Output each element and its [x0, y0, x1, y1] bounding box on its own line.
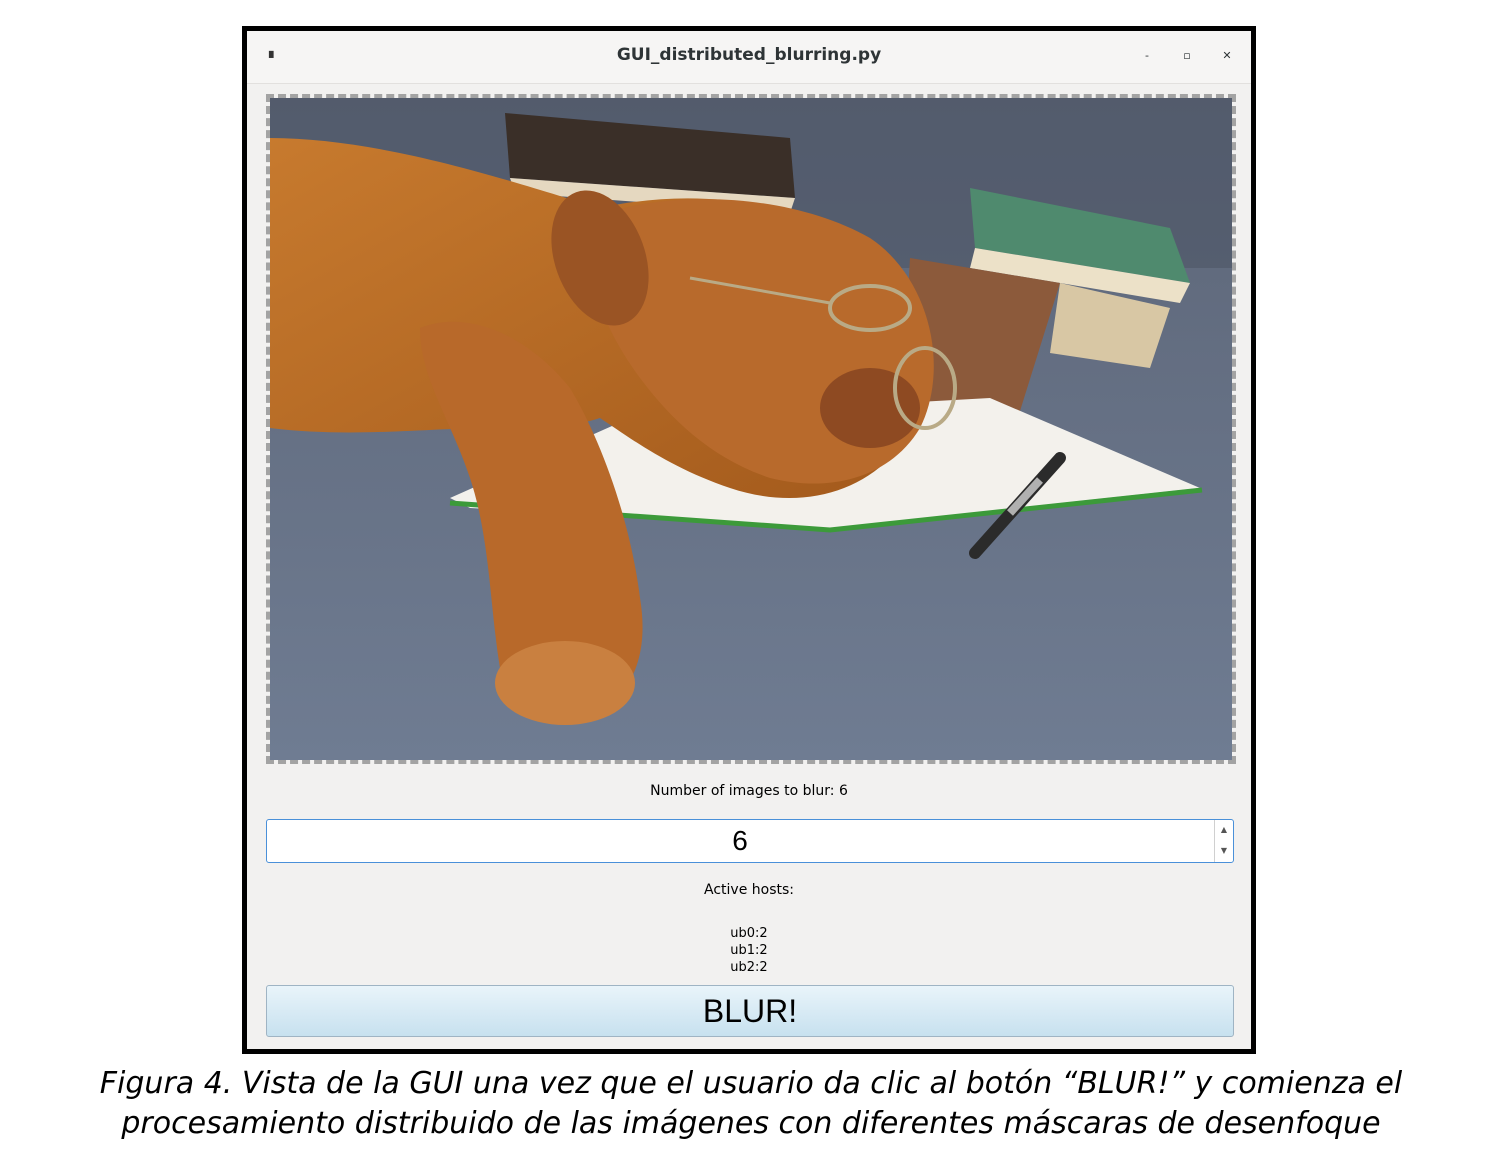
caption-line-1: Figura 4. Vista de la GUI una vez que el… — [99, 1066, 1403, 1101]
caption-line-2: procesamiento distribuido de las imágene… — [121, 1106, 1381, 1141]
image-count-spinbox[interactable]: 6 ▲ ▼ — [266, 819, 1234, 863]
image-preview — [266, 94, 1236, 764]
app-window: ▘ GUI_distributed_blurring.py - ▫ ✕ Numb… — [242, 26, 1256, 1054]
close-button[interactable]: ✕ — [1220, 49, 1234, 63]
title-bar[interactable]: ▘ GUI_distributed_blurring.py - ▫ ✕ — [247, 31, 1251, 84]
spinbox-value[interactable]: 6 — [267, 820, 1213, 862]
figure-caption: Figura 4. Vista de la GUI una vez que el… — [0, 1064, 1502, 1144]
maximize-button[interactable]: ▫ — [1180, 49, 1194, 63]
active-hosts-list: ub0:2 ub1:2 ub2:2 — [247, 925, 1251, 976]
dog-photo — [270, 98, 1232, 760]
host-item: ub0:2 — [730, 926, 768, 941]
minimize-button[interactable]: - — [1140, 49, 1154, 63]
active-hosts-title: Active hosts: — [704, 882, 794, 898]
spinbox-arrows[interactable]: ▲ ▼ — [1214, 820, 1233, 862]
blur-count-label: Number of images to blur: 6 — [650, 783, 848, 799]
blur-button[interactable]: BLUR! — [266, 985, 1234, 1037]
host-item: ub2:2 — [730, 960, 768, 975]
window-title: GUI_distributed_blurring.py — [616, 45, 882, 65]
spin-up-icon[interactable]: ▲ — [1218, 820, 1230, 840]
spin-down-icon[interactable]: ▼ — [1218, 841, 1230, 861]
host-item: ub1:2 — [730, 943, 768, 958]
